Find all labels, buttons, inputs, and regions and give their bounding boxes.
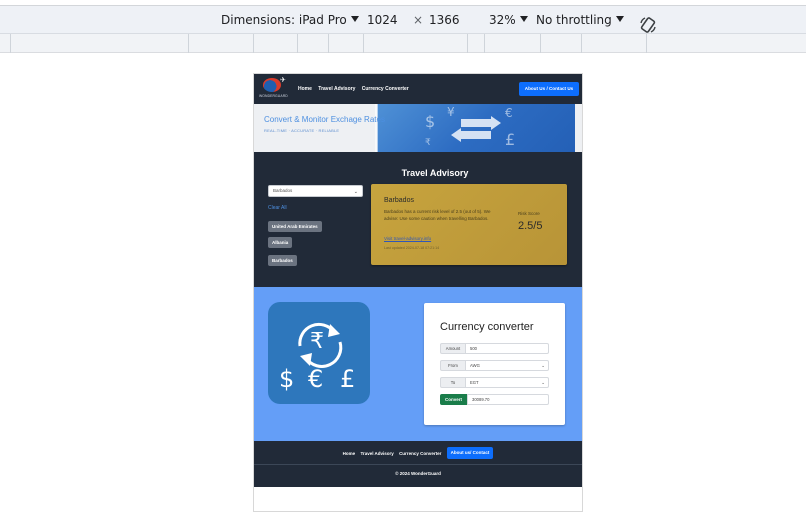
country-select[interactable]: Barbados ⌄ <box>268 185 363 197</box>
media-query-ruler <box>0 34 806 53</box>
site-footer: Home Travel Advisory Currency Converter … <box>254 441 582 487</box>
country-chip[interactable]: United Arab Emirates <box>268 221 322 232</box>
about-contact-button[interactable]: About Us / Contact Us <box>519 82 579 96</box>
exchange-banner-image: $ ¥ € £ ₹ <box>377 104 575 152</box>
from-row: From AWG ⌄ <box>440 360 549 371</box>
throttling-dropdown[interactable]: No throttling <box>536 13 624 27</box>
dimensions-label: Dimensions: iPad Pro <box>221 13 347 27</box>
site-navbar: ✈ WONDERGUARD Home Travel Advisory Curre… <box>254 74 582 104</box>
advisory-title: Travel Advisory <box>401 168 469 178</box>
exchange-arrows-icon <box>451 116 501 142</box>
banner-subtitle: REAL-TIME · ACCURATE · RELIABLE <box>264 128 340 133</box>
times-sign: × <box>413 13 424 27</box>
nav-link-travel-advisory[interactable]: Travel Advisory <box>318 86 355 92</box>
logo-text: WONDERGUARD <box>259 94 288 98</box>
to-label: To <box>440 377 466 388</box>
nav-links: Home Travel Advisory Currency Converter <box>298 86 414 92</box>
converter-title: Currency converter <box>440 321 534 333</box>
from-label: From <box>440 360 466 371</box>
euro-icon: € <box>308 365 324 393</box>
dollar-icon: $ <box>279 365 295 393</box>
amount-label: Amount <box>440 343 466 354</box>
footer-divider <box>254 464 582 465</box>
country-chip[interactable]: Albania <box>268 237 293 248</box>
width-input[interactable]: 1024 <box>367 13 398 27</box>
clear-all-link[interactable]: Clear All <box>268 205 287 211</box>
device-toolbar: Dimensions: iPad Pro 1024 × 1366 32% No … <box>0 6 806 34</box>
from-currency-value: AWG <box>470 363 480 368</box>
footer-link-travel-advisory[interactable]: Travel Advisory <box>360 451 393 456</box>
site-logo[interactable]: ✈ WONDERGUARD <box>258 77 290 101</box>
footer-links: Home Travel Advisory Currency Converter … <box>254 447 582 459</box>
zoom-value: 32% <box>489 13 516 27</box>
to-currency-select[interactable]: EGT ⌄ <box>465 377 549 388</box>
chevron-down-icon: ⌄ <box>541 363 545 368</box>
banner-symbol: ₹ <box>425 138 431 148</box>
travel-advisory-section: Travel Advisory Barbados ⌄ Clear All Uni… <box>254 152 582 287</box>
nav-link-home[interactable]: Home <box>298 86 312 92</box>
height-input[interactable]: 1366 <box>429 13 460 27</box>
from-currency-select[interactable]: AWG ⌄ <box>465 360 549 371</box>
chevron-down-icon: ⌄ <box>353 189 358 195</box>
chevron-down-icon: ⌄ <box>541 380 545 385</box>
chevron-down-icon <box>615 16 624 22</box>
amount-input[interactable]: 500 <box>465 343 549 354</box>
risk-score-label: Risk Score <box>518 211 540 216</box>
throttling-value: No throttling <box>536 13 612 27</box>
nav-link-currency-converter[interactable]: Currency Converter <box>362 86 409 92</box>
dimensions-dropdown[interactable]: Dimensions: iPad Pro <box>221 13 359 27</box>
converted-result: 30089.70 <box>467 394 549 405</box>
chevron-down-icon <box>350 16 359 22</box>
convert-button[interactable]: Convert <box>440 394 467 405</box>
footer-link-currency-converter[interactable]: Currency Converter <box>399 451 441 456</box>
footer-contact-button[interactable]: About us/ Contact <box>446 447 494 459</box>
currency-converter-card: Currency converter Amount 500 From AWG ⌄… <box>424 303 565 425</box>
currency-exchange-icon: ₹ $ € £ <box>268 302 370 404</box>
convert-row: Convert 30089.70 <box>440 394 549 405</box>
to-currency-value: EGT <box>470 380 479 385</box>
converter-section: ₹ $ € £ Currency converter Amount 500 Fr… <box>254 287 582 441</box>
rotate-icon[interactable] <box>639 16 657 34</box>
zoom-dropdown[interactable]: 32% <box>489 13 528 27</box>
banner-symbol: $ <box>425 112 436 131</box>
country-chip[interactable]: Barbados <box>268 255 297 266</box>
chevron-down-icon <box>519 16 528 22</box>
advisory-updated: Last updated 2024-07-18 07:21:14 <box>384 246 440 250</box>
globe-icon <box>263 78 281 92</box>
hero-banner: $ ¥ € £ ₹ Convert & Monitor Exchage Rate… <box>254 104 582 152</box>
airplane-icon: ✈ <box>280 77 286 84</box>
advisory-country: Barbados <box>384 197 414 204</box>
risk-score-value: 2.5/5 <box>518 220 543 232</box>
footer-link-home[interactable]: Home <box>343 451 356 456</box>
to-row: To EGT ⌄ <box>440 377 549 388</box>
rupee-icon: ₹ <box>310 329 324 354</box>
country-select-value: Barbados <box>273 188 293 193</box>
advisory-source-link[interactable]: Visit travel-advisory.info <box>384 236 431 241</box>
pound-icon: £ <box>340 365 356 393</box>
amount-row: Amount 500 <box>440 343 549 354</box>
copyright-text: © 2024 WonderGuard <box>395 471 441 476</box>
advisory-card: Barbados Barbados has a current risk lev… <box>371 184 567 265</box>
emulated-page: ✈ WONDERGUARD Home Travel Advisory Curre… <box>253 73 583 512</box>
advisory-message: Barbados has a current risk level of 2.5… <box>384 209 491 221</box>
banner-title: Convert & Monitor Exchage Rates <box>264 115 385 124</box>
